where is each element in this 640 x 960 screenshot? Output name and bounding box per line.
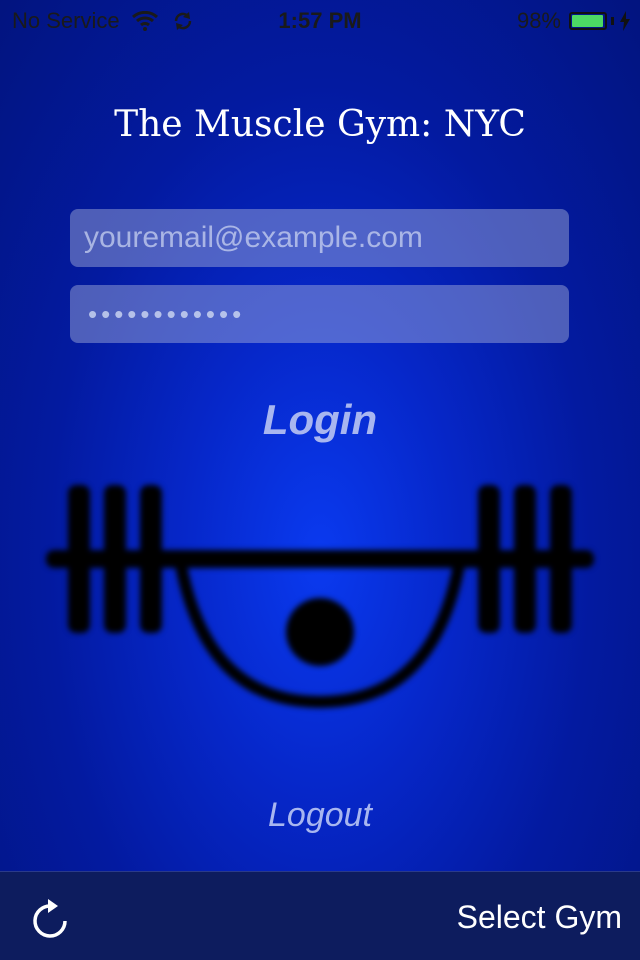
battery-percent: 98% bbox=[516, 8, 561, 33]
battery-nub bbox=[611, 17, 614, 25]
login-button[interactable]: Login bbox=[0, 396, 640, 444]
status-right: 98% bbox=[517, 8, 630, 34]
charging-bolt-icon bbox=[620, 11, 630, 31]
bottom-toolbar: Select Gym bbox=[0, 871, 640, 960]
email-field[interactable] bbox=[70, 209, 569, 267]
select-gym-button[interactable]: Select Gym bbox=[457, 899, 622, 936]
status-bar: No Service 1:57 PM 98% bbox=[0, 0, 640, 40]
logout-button[interactable]: Logout bbox=[0, 796, 640, 835]
password-field[interactable]: •••••••••••• bbox=[70, 285, 569, 343]
password-mask: •••••••••••• bbox=[88, 298, 246, 329]
gym-logo-icon bbox=[46, 485, 594, 709]
battery-level bbox=[572, 15, 604, 27]
app-screen: No Service 1:57 PM 98% The Muscle Gym: N… bbox=[0, 0, 640, 960]
refresh-button[interactable] bbox=[30, 896, 70, 940]
refresh-icon bbox=[33, 899, 67, 938]
page-title: The Muscle Gym: NYC bbox=[114, 104, 526, 145]
battery-icon bbox=[569, 12, 607, 30]
